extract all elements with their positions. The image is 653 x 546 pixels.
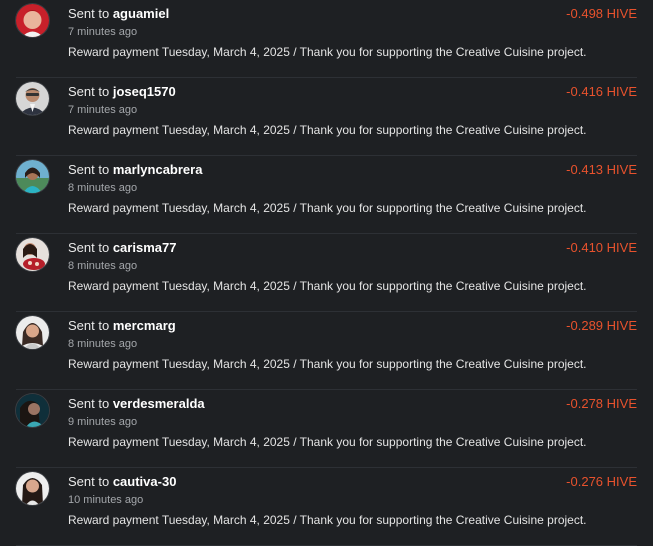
transfer-direction: Sent to bbox=[68, 396, 110, 411]
recipient-link[interactable]: joseq1570 bbox=[113, 84, 176, 99]
timestamp: 8 minutes ago bbox=[68, 260, 138, 272]
transfer-title: Sent to marlyncabrera bbox=[68, 162, 202, 177]
amount: -0.498 HIVE bbox=[566, 6, 637, 21]
amount: -0.276 HIVE bbox=[566, 474, 637, 489]
avatar[interactable] bbox=[16, 4, 49, 37]
transfer-title: Sent to aguamiel bbox=[68, 6, 169, 21]
user-avatar-icon bbox=[16, 472, 49, 505]
user-avatar-icon bbox=[16, 160, 49, 193]
transaction-row: Sent to marlyncabrera 8 minutes ago Rewa… bbox=[0, 156, 653, 234]
transaction-row: Sent to cautiva-30 10 minutes ago Reward… bbox=[0, 468, 653, 546]
transaction-row: Sent to aguamiel 7 minutes ago Reward pa… bbox=[0, 0, 653, 78]
amount: -0.289 HIVE bbox=[566, 318, 637, 333]
memo-text: Reward payment Tuesday, March 4, 2025 / … bbox=[68, 45, 587, 59]
user-avatar-icon bbox=[16, 4, 49, 37]
recipient-link[interactable]: aguamiel bbox=[113, 6, 169, 21]
transfer-direction: Sent to bbox=[68, 318, 110, 333]
timestamp: 10 minutes ago bbox=[68, 494, 144, 506]
transaction-row: Sent to joseq1570 7 minutes ago Reward p… bbox=[0, 78, 653, 156]
timestamp: 9 minutes ago bbox=[68, 416, 138, 428]
avatar[interactable] bbox=[16, 316, 49, 349]
avatar[interactable] bbox=[16, 394, 49, 427]
user-avatar-icon bbox=[16, 316, 49, 349]
amount: -0.278 HIVE bbox=[566, 396, 637, 411]
amount: -0.413 HIVE bbox=[566, 162, 637, 177]
transfer-direction: Sent to bbox=[68, 6, 110, 21]
transfer-direction: Sent to bbox=[68, 474, 110, 489]
timestamp: 7 minutes ago bbox=[68, 26, 138, 38]
avatar[interactable] bbox=[16, 472, 49, 505]
memo-text: Reward payment Tuesday, March 4, 2025 / … bbox=[68, 279, 587, 293]
timestamp: 7 minutes ago bbox=[68, 104, 138, 116]
recipient-link[interactable]: carisma77 bbox=[113, 240, 177, 255]
user-avatar-icon bbox=[16, 82, 49, 115]
transaction-row: Sent to mercmarg 8 minutes ago Reward pa… bbox=[0, 312, 653, 390]
transfer-direction: Sent to bbox=[68, 84, 110, 99]
memo-text: Reward payment Tuesday, March 4, 2025 / … bbox=[68, 513, 587, 527]
transaction-row: Sent to carisma77 8 minutes ago Reward p… bbox=[0, 234, 653, 312]
timestamp: 8 minutes ago bbox=[68, 182, 138, 194]
avatar[interactable] bbox=[16, 160, 49, 193]
recipient-link[interactable]: mercmarg bbox=[113, 318, 176, 333]
avatar[interactable] bbox=[16, 82, 49, 115]
memo-text: Reward payment Tuesday, March 4, 2025 / … bbox=[68, 201, 587, 215]
transfer-title: Sent to joseq1570 bbox=[68, 84, 176, 99]
transfer-direction: Sent to bbox=[68, 162, 110, 177]
memo-text: Reward payment Tuesday, March 4, 2025 / … bbox=[68, 123, 587, 137]
timestamp: 8 minutes ago bbox=[68, 338, 138, 350]
transfer-direction: Sent to bbox=[68, 240, 110, 255]
recipient-link[interactable]: cautiva-30 bbox=[113, 474, 177, 489]
recipient-link[interactable]: verdesmeralda bbox=[113, 396, 205, 411]
transfer-title: Sent to cautiva-30 bbox=[68, 474, 176, 489]
transfer-title: Sent to carisma77 bbox=[68, 240, 176, 255]
transaction-row: Sent to verdesmeralda 9 minutes ago Rewa… bbox=[0, 390, 653, 468]
transfer-title: Sent to mercmarg bbox=[68, 318, 176, 333]
avatar[interactable] bbox=[16, 238, 49, 271]
user-avatar-icon bbox=[16, 394, 49, 427]
amount: -0.410 HIVE bbox=[566, 240, 637, 255]
amount: -0.416 HIVE bbox=[566, 84, 637, 99]
transfer-history-list: Sent to aguamiel 7 minutes ago Reward pa… bbox=[0, 0, 653, 546]
recipient-link[interactable]: marlyncabrera bbox=[113, 162, 203, 177]
memo-text: Reward payment Tuesday, March 4, 2025 / … bbox=[68, 357, 587, 371]
transfer-title: Sent to verdesmeralda bbox=[68, 396, 205, 411]
user-avatar-icon bbox=[16, 238, 49, 271]
memo-text: Reward payment Tuesday, March 4, 2025 / … bbox=[68, 435, 587, 449]
